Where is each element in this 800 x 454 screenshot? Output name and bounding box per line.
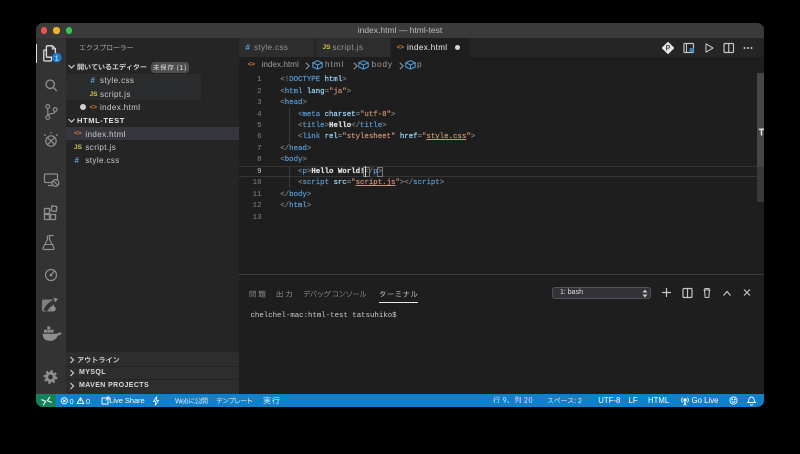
svg-text:0: 0: [70, 397, 74, 406]
svg-text:0: 0: [86, 397, 90, 406]
svg-text:1: 1: [55, 53, 59, 62]
